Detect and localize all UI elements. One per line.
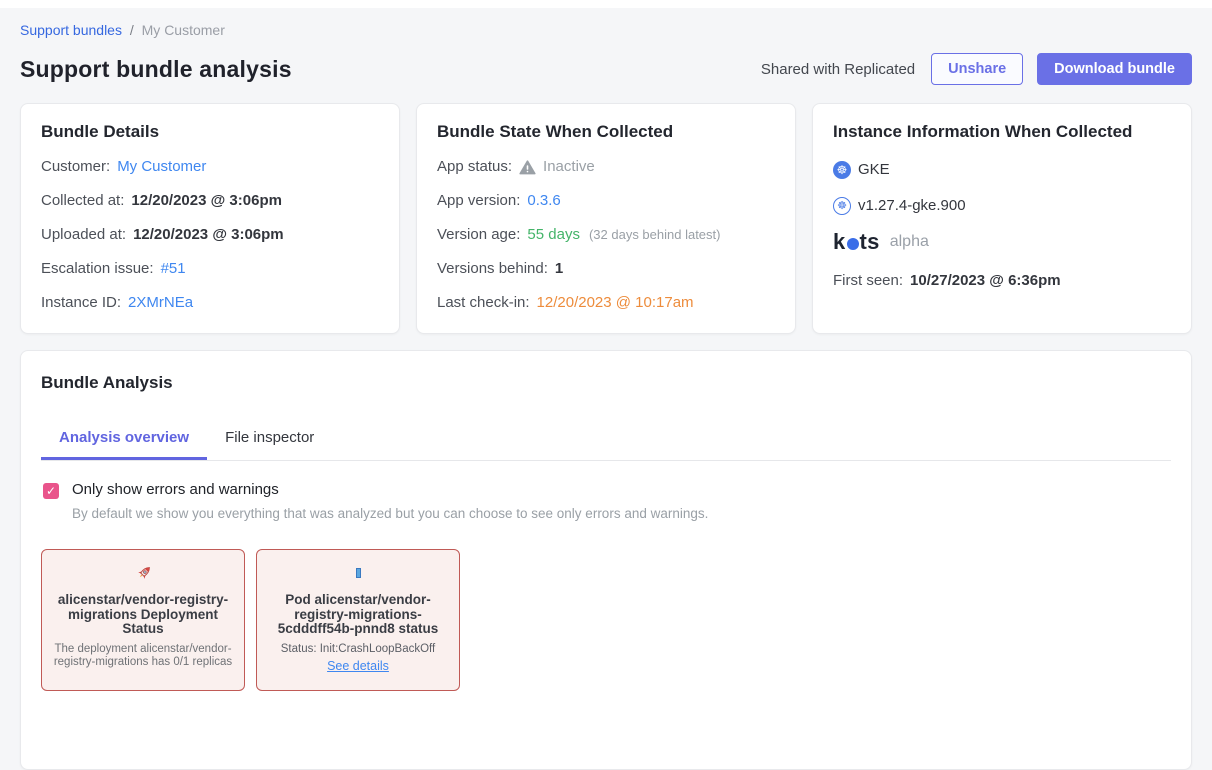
app-version-row: App version: 0.3.6	[437, 192, 775, 210]
page: Support bundles / My Customer Support bu…	[0, 22, 1212, 770]
uploaded-at-label: Uploaded at:	[41, 226, 126, 244]
first-seen-value: 10/27/2023 @ 6:36pm	[910, 272, 1061, 290]
app-status-row: App status: Inactive	[437, 158, 775, 176]
customer-row: Customer: My Customer	[41, 158, 379, 176]
error-card-title: alicenstar/vendor-registry-migrations De…	[52, 593, 234, 637]
version-age-value: 55 days	[527, 226, 580, 244]
uploaded-at-value: 12/20/2023 @ 3:06pm	[133, 226, 284, 244]
uploaded-at-row: Uploaded at: 12/20/2023 @ 3:06pm	[41, 226, 379, 244]
tab-file-inspector[interactable]: File inspector	[207, 419, 332, 460]
error-card-message: Status: Init:CrashLoopBackOff	[267, 643, 449, 657]
app-version-link[interactable]: 0.3.6	[527, 192, 560, 210]
first-seen-row: First seen: 10/27/2023 @ 6:36pm	[833, 272, 1171, 290]
instance-id-label: Instance ID:	[41, 294, 121, 312]
errors-warnings-checkbox[interactable]: ✓	[43, 483, 59, 499]
last-checkin-label: Last check-in:	[437, 294, 530, 312]
k8s-version-row: ☸ v1.27.4-gke.900	[833, 197, 1171, 215]
bundle-state-card: Bundle State When Collected App status: …	[416, 103, 796, 334]
kots-logo-dot-icon	[847, 238, 859, 250]
escalation-issue-link[interactable]: #51	[161, 260, 186, 278]
version-age-note: (32 days behind latest)	[589, 226, 721, 244]
bundle-details-card: Bundle Details Customer: My Customer Col…	[20, 103, 400, 334]
error-card-message: The deployment alicenstar/vendor-registr…	[52, 643, 234, 670]
bundle-analysis-title: Bundle Analysis	[41, 373, 1171, 393]
version-age-label: Version age:	[437, 226, 520, 244]
collected-at-label: Collected at:	[41, 192, 124, 210]
kots-row: kts alpha	[833, 229, 1171, 255]
last-checkin-value: 12/20/2023 @ 10:17am	[537, 294, 694, 312]
escalation-issue-label: Escalation issue:	[41, 260, 154, 278]
filter-label: Only show errors and warnings	[72, 481, 708, 498]
distribution-row: ☸ GKE	[833, 161, 1171, 179]
breadcrumb-separator: /	[130, 22, 134, 38]
unshare-button[interactable]: Unshare	[931, 53, 1023, 85]
app-status-label: App status:	[437, 158, 512, 176]
rocket-icon	[52, 562, 234, 584]
error-card-title: Pod alicenstar/vendor-registry-migration…	[267, 593, 449, 637]
customer-label: Customer:	[41, 158, 110, 176]
k8s-version-value: v1.27.4-gke.900	[858, 197, 966, 215]
kubernetes-version-icon: ☸	[833, 197, 851, 215]
escalation-issue-row: Escalation issue: #51	[41, 260, 379, 278]
tab-analysis-overview[interactable]: Analysis overview	[41, 419, 207, 460]
analysis-error-card-deployment[interactable]: alicenstar/vendor-registry-migrations De…	[41, 549, 245, 691]
analysis-error-card-pod-status[interactable]: Pod alicenstar/vendor-registry-migration…	[256, 549, 460, 691]
instance-info-card: Instance Information When Collected ☸ GK…	[812, 103, 1192, 334]
version-age-row: Version age: 55 days (32 days behind lat…	[437, 226, 775, 244]
top-nav-edge	[0, 0, 1212, 8]
app-version-label: App version:	[437, 192, 520, 210]
versions-behind-label: Versions behind:	[437, 260, 548, 278]
kots-logo: kts	[833, 229, 880, 255]
instance-info-title: Instance Information When Collected	[833, 122, 1171, 142]
instance-id-link[interactable]: 2XMrNEa	[128, 294, 193, 312]
kots-logo-ts: ts	[860, 229, 880, 255]
see-details-link[interactable]: See details	[327, 659, 389, 673]
filter-text-block: Only show errors and warnings By default…	[72, 481, 708, 521]
header-actions: Shared with Replicated Unshare Download …	[761, 53, 1192, 85]
errors-warnings-filter: ✓ Only show errors and warnings By defau…	[41, 481, 1171, 521]
versions-behind-value: 1	[555, 260, 563, 278]
breadcrumb: Support bundles / My Customer	[20, 22, 1192, 38]
bundle-analysis-card: Bundle Analysis Analysis overview File i…	[20, 350, 1192, 770]
page-title: Support bundle analysis	[20, 56, 292, 83]
download-bundle-button[interactable]: Download bundle	[1037, 53, 1192, 85]
page-header: Support bundle analysis Shared with Repl…	[20, 53, 1192, 85]
analysis-tabs: Analysis overview File inspector	[41, 419, 1171, 461]
warning-icon	[519, 160, 536, 175]
breadcrumb-current: My Customer	[142, 22, 225, 38]
instance-id-row: Instance ID: 2XMrNEa	[41, 294, 379, 312]
versions-behind-row: Versions behind: 1	[437, 260, 775, 278]
kots-logo-k: k	[833, 229, 846, 255]
shared-status-text: Shared with Replicated	[761, 61, 915, 78]
bundle-state-title: Bundle State When Collected	[437, 122, 775, 142]
distribution-value: GKE	[858, 161, 890, 179]
collected-at-row: Collected at: 12/20/2023 @ 3:06pm	[41, 192, 379, 210]
kubernetes-distribution-icon: ☸	[833, 161, 851, 179]
app-status-value: Inactive	[543, 158, 595, 176]
bundle-details-title: Bundle Details	[41, 122, 379, 142]
customer-link[interactable]: My Customer	[117, 158, 206, 176]
breadcrumb-link-support-bundles[interactable]: Support bundles	[20, 22, 122, 38]
pod-status-icon	[267, 562, 449, 584]
filter-description: By default we show you everything that w…	[72, 506, 708, 521]
kots-channel: alpha	[890, 233, 929, 251]
first-seen-label: First seen:	[833, 272, 903, 290]
analysis-results: alicenstar/vendor-registry-migrations De…	[41, 549, 1171, 691]
last-checkin-row: Last check-in: 12/20/2023 @ 10:17am	[437, 294, 775, 312]
info-cards-row: Bundle Details Customer: My Customer Col…	[20, 103, 1192, 334]
collected-at-value: 12/20/2023 @ 3:06pm	[131, 192, 282, 210]
